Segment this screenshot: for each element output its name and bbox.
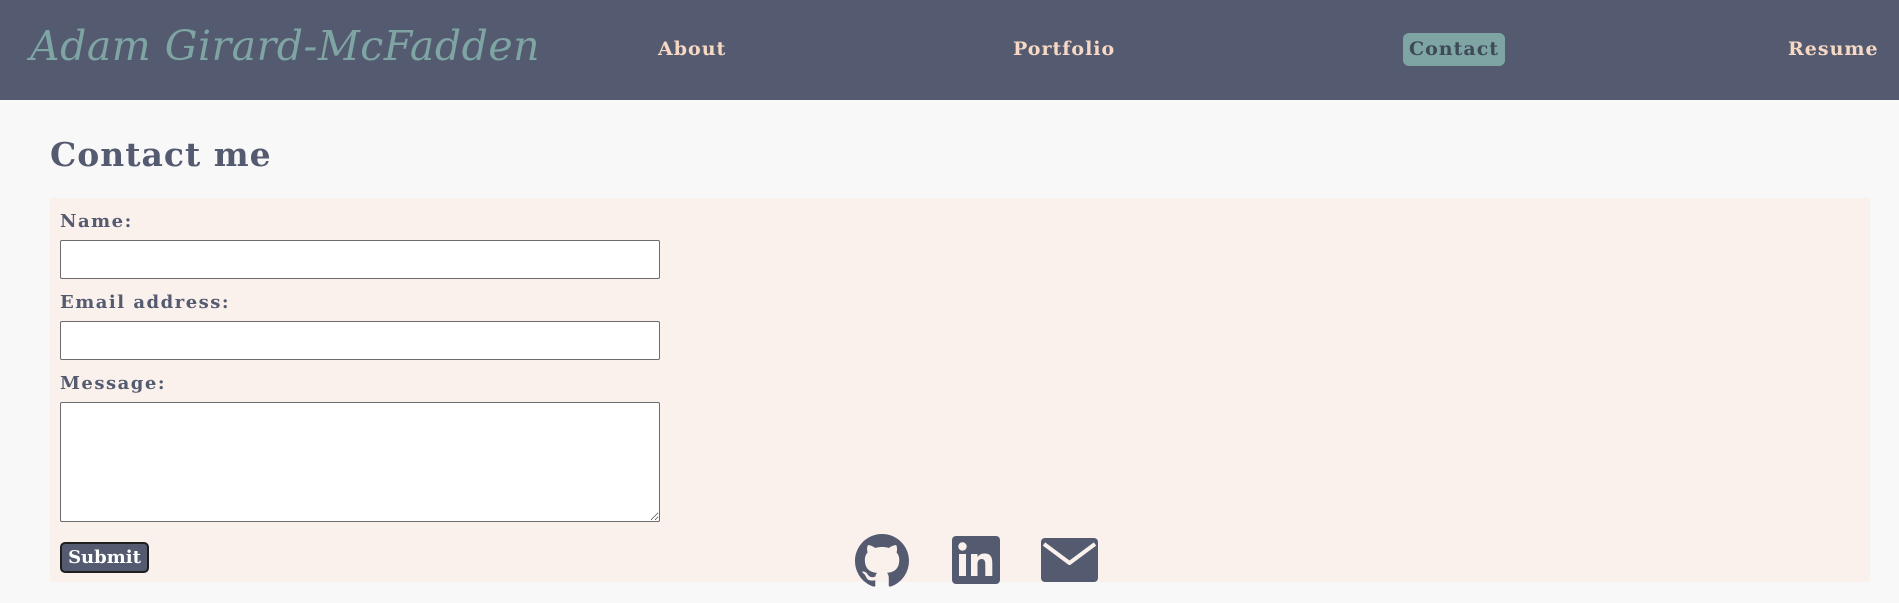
nav-link-portfolio[interactable]: Portfolio (1013, 33, 1115, 66)
email-link[interactable] (1041, 538, 1098, 582)
email-input[interactable] (60, 321, 660, 360)
contact-form: Name: Email address: Message: Submit (50, 198, 1870, 582)
email-label: Email address: (60, 292, 231, 313)
envelope-icon (1041, 538, 1098, 582)
nav-link-contact[interactable]: Contact (1403, 33, 1506, 66)
page-title: Contact me (50, 135, 272, 174)
github-link[interactable] (855, 534, 909, 588)
linkedin-icon (952, 536, 1000, 584)
site-header: Adam Girard-McFadden About Portfolio Con… (0, 0, 1899, 100)
name-label: Name: (60, 211, 133, 232)
message-label: Message: (60, 373, 166, 394)
linkedin-link[interactable] (952, 536, 1000, 584)
github-icon (855, 534, 909, 587)
nav-link-about[interactable]: About (658, 33, 726, 66)
name-input[interactable] (60, 240, 660, 279)
submit-button[interactable]: Submit (60, 542, 149, 573)
message-textarea[interactable] (60, 402, 660, 522)
site-title: Adam Girard-McFadden (30, 22, 541, 70)
nav-link-resume[interactable]: Resume (1788, 33, 1879, 66)
